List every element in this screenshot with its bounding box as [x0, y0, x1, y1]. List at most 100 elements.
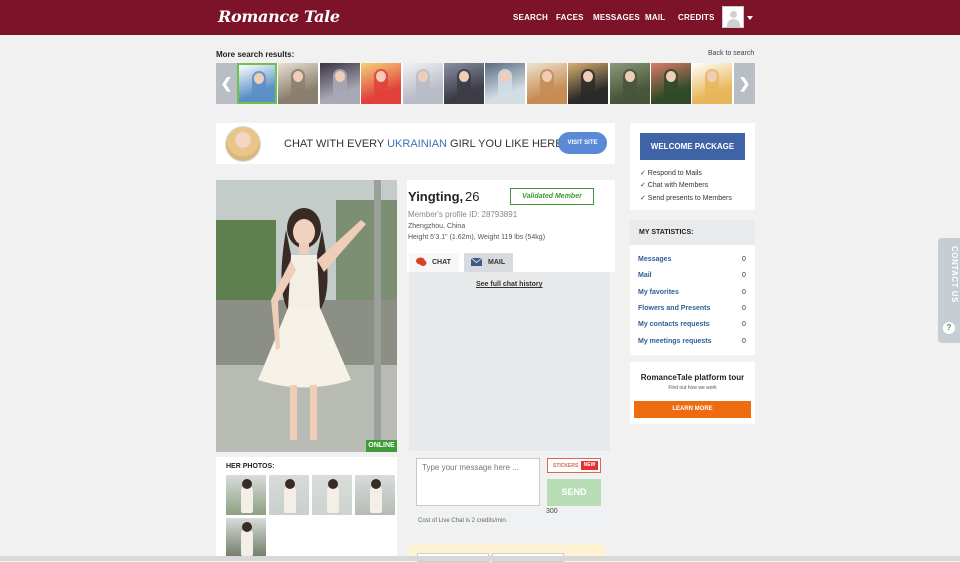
chat-area: See full chat history STICKERS NEW SEND … — [409, 272, 610, 535]
thumbnail-face — [328, 479, 338, 489]
her-photos-label: HER PHOTOS: — [226, 463, 275, 470]
contact-us-tab[interactable]: CONTACT US ? — [938, 238, 960, 343]
my-statistics-title: MY STATISTICS: — [639, 229, 694, 236]
horizontal-scrollbar[interactable] — [0, 556, 960, 561]
profile-location: Zhengzhou, China — [408, 223, 466, 230]
site-logo[interactable]: Romance Tale — [218, 7, 340, 26]
ukrainian-chat-banner[interactable]: CHAT WITH EVERY UKRAINIAN GIRL YOU LIKE … — [216, 123, 615, 164]
strip-next-arrow-icon[interactable]: ❯ — [734, 63, 755, 104]
chat-cost-note: Cost of Live Chat is 2 credits/min. — [418, 518, 508, 524]
tab-chat-label: CHAT — [432, 259, 451, 266]
banner-text-highlight: UKRAINIAN — [387, 138, 447, 150]
stat-messages-value: 0 — [742, 256, 746, 263]
nav-credits[interactable]: CREDITS — [678, 13, 715, 22]
thumbnail-figure — [241, 528, 253, 556]
top-navigation-bar: Romance Tale SEARCH FACES MESSAGES MAIL … — [0, 0, 960, 35]
banner-text-after: GIRL YOU LIKE HERE! — [447, 138, 566, 150]
chat-compose-panel: STICKERS NEW SEND 300 Cost of Live Chat … — [409, 451, 610, 535]
stat-contacts-requests-link[interactable]: My contacts requests — [638, 321, 710, 328]
user-head-shape — [730, 11, 737, 18]
stat-favorites-link[interactable]: My favorites — [638, 289, 679, 296]
welcome-item: ✓ Respond to Mails — [640, 170, 702, 177]
platform-tour-title: RomanceTale platform tour — [640, 373, 745, 382]
search-result-thumbnail[interactable] — [651, 63, 691, 104]
see-full-chat-history-link[interactable]: See full chat history — [476, 281, 543, 288]
thumbnail-figure — [241, 485, 253, 513]
her-photo-thumbnail[interactable] — [312, 475, 352, 515]
help-question-icon: ? — [943, 322, 955, 334]
profile-height-weight: Height 5'3.1" (1.62m), Weight 119 lbs (5… — [408, 234, 546, 241]
back-to-search-link[interactable]: Back to search — [708, 50, 754, 57]
profile-photo-illustration — [216, 180, 397, 452]
welcome-item: ✓ Chat with Members — [640, 182, 709, 189]
search-result-thumbnail[interactable] — [692, 63, 733, 104]
search-result-thumbnail[interactable] — [444, 63, 484, 104]
envelope-icon — [471, 258, 482, 266]
thumbnail-face — [666, 71, 676, 82]
thumbnail-face — [285, 479, 295, 489]
strip-prev-arrow-icon[interactable]: ❮ — [216, 63, 237, 104]
my-statistics-list: Messages 0 Mail 0 My favorites 0 Flowers… — [630, 245, 755, 355]
banner-avatar — [225, 126, 261, 162]
search-result-thumbnail[interactable] — [485, 63, 526, 104]
search-result-thumbnail[interactable] — [402, 63, 443, 104]
main-profile-photo[interactable] — [216, 180, 397, 452]
welcome-package-panel: WELCOME PACKAGE ✓ Respond to Mails ✓ Cha… — [630, 123, 755, 210]
nav-search[interactable]: SEARCH — [513, 13, 548, 22]
profile-name: Yingting, — [408, 189, 464, 204]
send-button[interactable]: SEND — [547, 479, 601, 506]
chat-messages-pane[interactable]: See full chat history — [409, 272, 610, 450]
stat-flowers-link[interactable]: Flowers and Presents — [638, 305, 710, 312]
profile-id: Member's profile ID: 28793891 — [408, 210, 518, 219]
thumbnail-figure — [284, 485, 296, 513]
visit-site-button[interactable]: VISIT SITE — [558, 132, 607, 154]
her-photo-thumbnail[interactable] — [355, 475, 395, 515]
thumbnail-face — [334, 71, 345, 82]
nav-faces[interactable]: FACES — [556, 13, 584, 22]
stat-mail-value: 0 — [742, 272, 746, 279]
stickers-button[interactable]: STICKERS NEW — [547, 458, 601, 473]
her-photos-panel: HER PHOTOS: — [216, 457, 397, 561]
thumbnail-figure — [370, 485, 382, 513]
search-result-thumbnail[interactable] — [278, 63, 319, 104]
tab-mail[interactable]: MAIL — [464, 253, 513, 272]
user-menu-caret-icon[interactable] — [747, 16, 753, 20]
search-result-thumbnail[interactable] — [361, 63, 402, 104]
her-photo-thumbnail[interactable] — [269, 475, 309, 515]
platform-tour-panel: RomanceTale platform tour Find out how w… — [630, 362, 755, 424]
more-search-results-label: More search results: — [216, 50, 295, 59]
her-photo-thumbnail[interactable] — [226, 518, 266, 558]
nav-messages[interactable]: MESSAGES — [593, 13, 640, 22]
thumbnail-face — [254, 73, 264, 84]
stickers-label: STICKERS — [553, 463, 579, 469]
search-result-thumbnail[interactable] — [319, 63, 360, 104]
search-result-thumbnail[interactable] — [568, 63, 609, 104]
search-result-thumbnail[interactable] — [609, 63, 650, 104]
stat-meetings-requests-value: 0 — [742, 338, 746, 345]
chat-bubble-icon — [416, 257, 427, 266]
character-count: 300 — [546, 508, 558, 515]
welcome-package-button[interactable]: WELCOME PACKAGE — [640, 133, 745, 160]
search-result-thumbnail[interactable] — [526, 63, 567, 104]
search-result-thumbnail[interactable] — [237, 63, 277, 104]
tab-chat[interactable]: CHAT — [409, 253, 459, 272]
thumbnail-figure — [327, 485, 339, 513]
banner-text: CHAT WITH EVERY UKRAINIAN GIRL YOU LIKE … — [284, 138, 566, 150]
profile-age: 26 — [465, 189, 480, 204]
stat-mail-link[interactable]: Mail — [638, 272, 652, 279]
chat-message-input[interactable] — [416, 458, 540, 506]
thumbnail-face — [624, 71, 635, 82]
thumbnail-face — [459, 71, 469, 82]
my-statistics-header: MY STATISTICS: — [630, 220, 755, 245]
banner-text-before: CHAT WITH EVERY — [284, 138, 388, 150]
user-avatar-button[interactable] — [722, 6, 744, 28]
learn-more-button[interactable]: LEARN MORE — [634, 401, 751, 418]
stat-messages-link[interactable]: Messages — [638, 256, 671, 263]
stat-flowers-value: 0 — [742, 305, 746, 312]
validated-member-badge: Validated Member — [510, 188, 594, 205]
welcome-item: ✓ Send presents to Members — [640, 195, 732, 202]
stat-meetings-requests-link[interactable]: My meetings requests — [638, 338, 712, 345]
nav-mail[interactable]: MAIL — [645, 13, 665, 22]
her-photo-thumbnail[interactable] — [226, 475, 266, 515]
stat-contacts-requests-value: 0 — [742, 321, 746, 328]
